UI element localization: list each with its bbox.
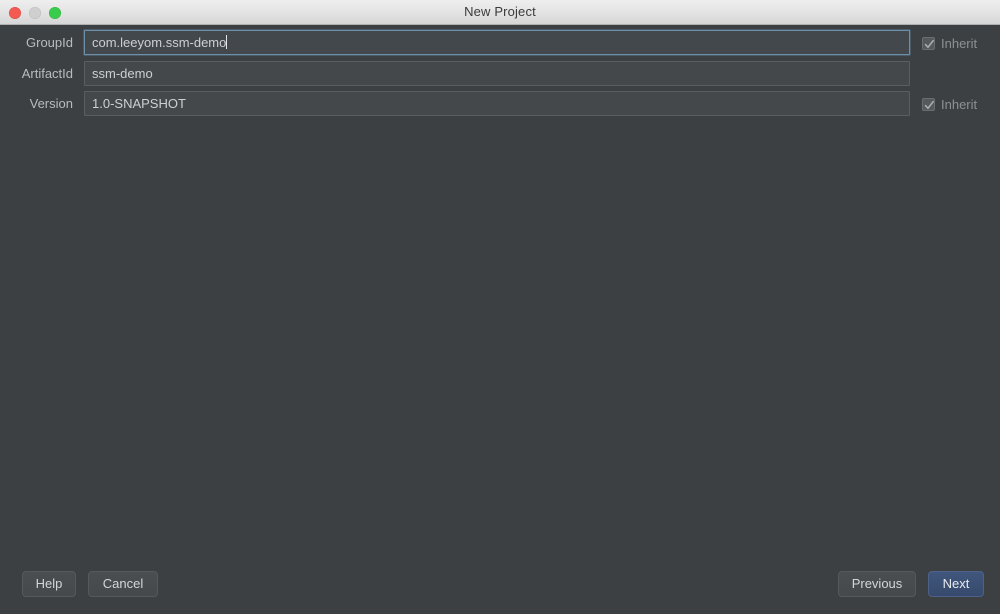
version-input-value: 1.0-SNAPSHOT	[92, 96, 186, 111]
window-title: New Project	[464, 4, 536, 19]
form-row-groupid: GroupId com.leeyom.ssm-demo Inherit	[0, 30, 1000, 56]
artifactid-input-value: ssm-demo	[92, 66, 153, 81]
version-label: Version	[29, 96, 73, 111]
form-row-version: Version 1.0-SNAPSHOT Inherit	[0, 91, 1000, 117]
artifactid-input[interactable]: ssm-demo	[84, 61, 910, 86]
cancel-button[interactable]: Cancel	[88, 571, 158, 597]
help-button[interactable]: Help	[22, 571, 76, 597]
new-project-dialog: New Project GroupId com.leeyom.ssm-demo …	[0, 0, 1000, 614]
dialog-body: GroupId com.leeyom.ssm-demo Inherit Arti…	[0, 25, 1000, 614]
form-row-artifactid: ArtifactId ssm-demo	[0, 61, 1000, 87]
groupid-input[interactable]: com.leeyom.ssm-demo	[84, 30, 910, 55]
version-inherit-group[interactable]: Inherit	[922, 94, 977, 114]
version-inherit-label: Inherit	[941, 96, 978, 112]
title-bar: New Project	[0, 0, 1000, 25]
checkmark-icon	[924, 39, 934, 48]
previous-button[interactable]: Previous	[838, 571, 916, 597]
groupid-label: GroupId	[26, 35, 73, 50]
checkmark-icon	[924, 100, 934, 109]
version-inherit-checkbox[interactable]	[922, 97, 935, 111]
groupid-inherit-label: Inherit	[941, 35, 978, 51]
next-button[interactable]: Next	[928, 571, 984, 597]
groupid-input-value: com.leeyom.ssm-demo	[92, 35, 227, 50]
version-input[interactable]: 1.0-SNAPSHOT	[84, 91, 910, 116]
text-caret	[226, 35, 228, 49]
artifactid-label: ArtifactId	[21, 66, 73, 81]
groupid-inherit-group[interactable]: Inherit	[922, 33, 977, 53]
groupid-inherit-checkbox[interactable]	[922, 36, 935, 50]
